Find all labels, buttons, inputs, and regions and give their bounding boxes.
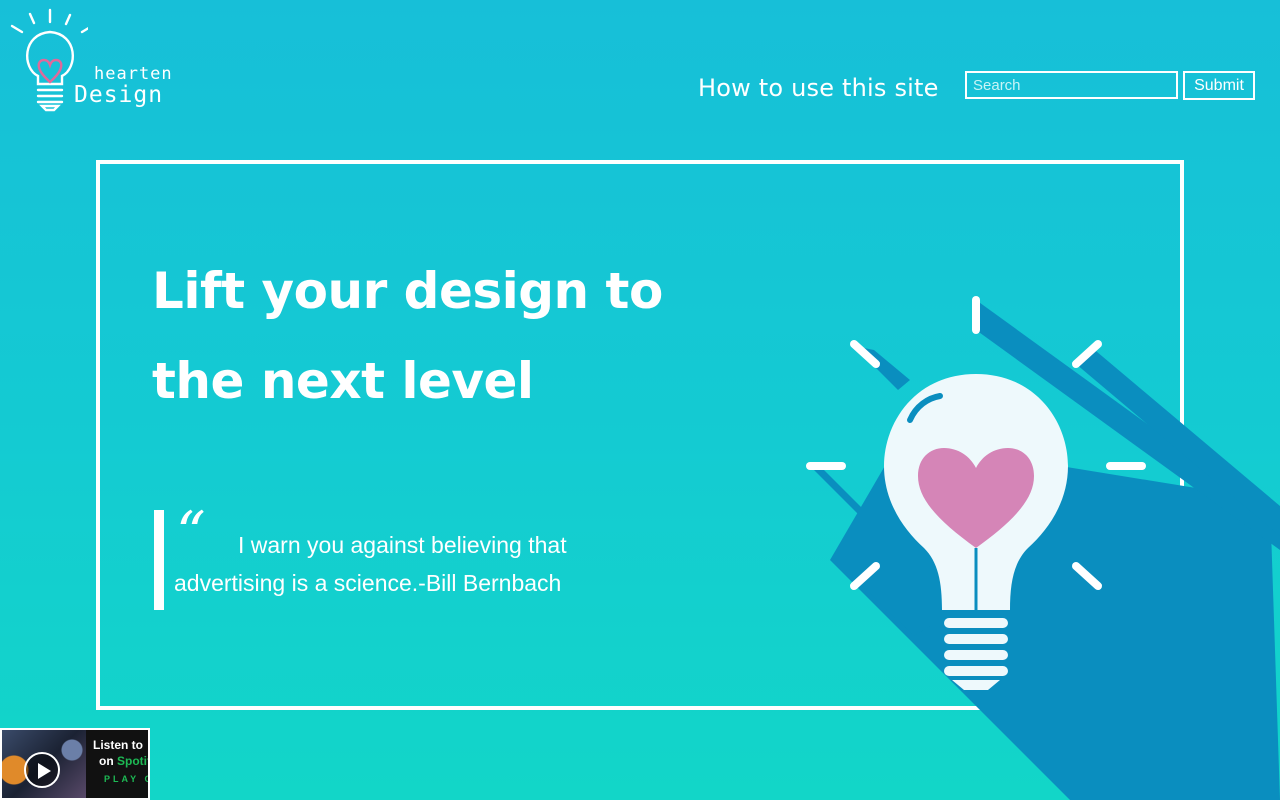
lightbulb-heart-illustration — [806, 296, 1280, 800]
spotify-play-on-label[interactable]: PLAY ON — [104, 774, 148, 784]
hero-headline: Lift your design to the next level — [152, 262, 663, 410]
logo-word-design: Design — [74, 82, 164, 108]
spotify-listen-label: Listen to — [93, 738, 143, 752]
quote-text: I warn you against believing that advert… — [174, 532, 567, 596]
spotify-widget[interactable]: Listen to on Spotify PLAY ON — [0, 728, 150, 800]
spotify-brand-label: Spotify — [117, 754, 148, 768]
how-to-use-link[interactable]: How to use this site — [698, 74, 939, 102]
spotify-on-prefix: on — [99, 754, 117, 768]
search-input[interactable] — [965, 71, 1178, 99]
submit-button[interactable]: Submit — [1183, 71, 1255, 100]
site-logo[interactable]: hearten Design — [8, 6, 178, 118]
quote-bar — [154, 510, 164, 610]
hero-quote: “ I warn you against believing that adve… — [154, 504, 634, 610]
play-icon[interactable] — [24, 752, 60, 788]
spotify-on-label: on Spotify — [99, 754, 148, 768]
logo-word-hearten: hearten — [94, 64, 173, 84]
